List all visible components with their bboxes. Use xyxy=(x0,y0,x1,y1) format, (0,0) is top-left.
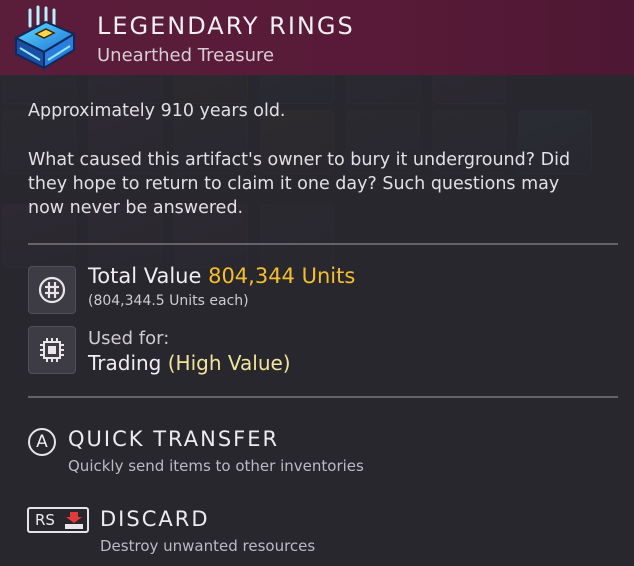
discard-icon xyxy=(65,512,83,529)
divider xyxy=(28,396,618,398)
chip-icon xyxy=(28,326,76,374)
rs-button-label: RS xyxy=(35,511,55,529)
discard-label[interactable]: DISCARD xyxy=(100,507,209,531)
quick-transfer-description: Quickly send items to other inventories xyxy=(68,457,364,475)
quick-transfer-label[interactable]: QUICK TRANSFER xyxy=(68,427,279,451)
treasure-chest-icon xyxy=(8,4,80,72)
used-for-purpose: Trading xyxy=(88,351,162,375)
total-value: Total Value 804,344 Units xyxy=(88,264,355,288)
total-value-label: Total Value xyxy=(88,264,202,288)
a-button-icon[interactable]: A xyxy=(28,428,56,456)
item-age: Approximately 910 years old. xyxy=(28,101,286,121)
item-lore: What caused this artifact's owner to bur… xyxy=(28,150,571,218)
item-category: Unearthed Treasure xyxy=(97,45,275,66)
total-value-amount: 804,344 Units xyxy=(208,264,356,288)
item-header: LEGENDARY RINGS Unearthed Treasure xyxy=(0,0,634,75)
used-for-qualifier: (High Value) xyxy=(167,351,291,375)
rs-button-icon[interactable]: RS xyxy=(27,507,89,533)
value-each: (804,344.5 Units each) xyxy=(88,293,249,309)
used-for-value: Trading (High Value) xyxy=(88,351,291,375)
discard-description: Destroy unwanted resources xyxy=(100,537,316,555)
units-currency-icon xyxy=(28,266,76,314)
divider xyxy=(28,243,618,245)
used-for-label: Used for: xyxy=(88,328,170,349)
item-title: LEGENDARY RINGS xyxy=(97,12,355,40)
